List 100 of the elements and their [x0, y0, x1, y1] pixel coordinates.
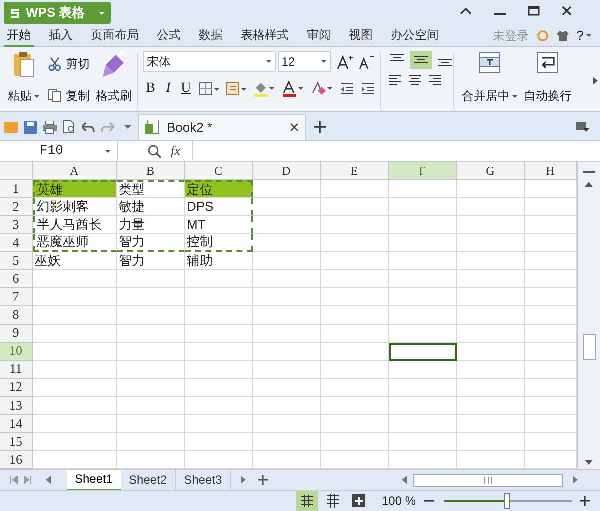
row-header[interactable]: 5 [0, 252, 33, 270]
zoom-icon[interactable] [148, 144, 161, 158]
sheet-tab[interactable]: Sheet1 [67, 470, 122, 490]
menu-tab[interactable]: 公式 [154, 24, 184, 46]
clipboard-icon [12, 51, 36, 79]
italic-button[interactable]: I [164, 78, 174, 99]
row-header[interactable]: 3 [0, 216, 33, 234]
eraser-icon[interactable] [310, 80, 333, 96]
document-tab[interactable]: Book2 * [138, 114, 306, 140]
table-cell [389, 270, 457, 288]
increase-indent-icon[interactable] [360, 82, 375, 96]
page-break-view-icon[interactable] [326, 494, 340, 508]
printer-icon[interactable] [43, 120, 57, 134]
bold-button[interactable]: B [145, 78, 157, 99]
scroll-right-icon[interactable] [573, 476, 578, 484]
menu-tab[interactable]: 表格样式 [238, 24, 292, 46]
fill-color-icon[interactable] [252, 80, 275, 96]
grow-font-icon[interactable] [337, 54, 353, 70]
middle-align-icon[interactable] [410, 51, 432, 69]
row-header[interactable]: 4 [0, 234, 33, 252]
shirt-icon[interactable] [556, 30, 569, 42]
menu-tab[interactable]: 视图 [346, 24, 376, 46]
vertical-scrollbar[interactable] [577, 162, 600, 469]
next-sheet-icon[interactable] [241, 476, 246, 484]
add-sheet-icon[interactable] [258, 475, 268, 485]
row-header[interactable]: 7 [0, 288, 33, 306]
column-header[interactable]: E [321, 162, 389, 180]
function-button[interactable]: fx [171, 141, 180, 161]
row-header[interactable]: 8 [0, 306, 33, 324]
close-icon[interactable] [562, 6, 572, 16]
horizontal-scrollbar-thumb[interactable] [413, 474, 563, 486]
menu-tab[interactable]: 页面布局 [88, 24, 142, 46]
row-header[interactable]: 6 [0, 270, 33, 288]
row-header[interactable]: 14 [0, 414, 33, 433]
collapse-icon[interactable] [460, 7, 472, 15]
scroll-left-icon[interactable] [402, 476, 407, 484]
font-size-dropdown[interactable]: 12 [278, 51, 331, 72]
align-center-icon[interactable] [408, 75, 422, 87]
tab-menu-icon[interactable] [576, 121, 590, 133]
previous-sheet-icon[interactable] [46, 476, 51, 484]
column-header[interactable]: H [525, 162, 577, 180]
cell-style-icon[interactable] [226, 82, 246, 96]
menu-tab[interactable]: 插入 [46, 24, 76, 46]
table-cell [389, 396, 457, 415]
table-cell [185, 342, 253, 361]
add-tab-icon[interactable] [314, 121, 326, 133]
shrink-font-icon[interactable] [359, 54, 375, 70]
full-screen-icon[interactable] [352, 494, 366, 508]
column-header[interactable]: C [185, 162, 253, 180]
active-cell-cursor[interactable] [389, 342, 457, 361]
row-header[interactable]: 16 [0, 450, 33, 469]
row-header[interactable]: 9 [0, 324, 33, 343]
format-painter-button[interactable]: 格式刷 [96, 51, 132, 111]
paste-button[interactable]: 粘贴 [6, 51, 42, 111]
column-header[interactable]: A [33, 162, 117, 180]
save-icon[interactable] [24, 120, 37, 134]
wrap-text-button[interactable]: 自动换行 [523, 51, 573, 111]
scroll-up-icon[interactable] [585, 182, 593, 187]
font-color-icon[interactable] [282, 80, 304, 96]
merge-center-button[interactable]: 合并居中 [459, 51, 521, 111]
font-family-dropdown[interactable]: 宋体 [143, 51, 276, 72]
scrollbar-thumb[interactable] [582, 334, 596, 360]
menu-tab[interactable]: 办公空间 [388, 24, 442, 46]
row-header[interactable]: 13 [0, 396, 33, 415]
table-cell: 敏捷 [117, 198, 185, 216]
scroll-down-icon[interactable] [585, 460, 593, 465]
table-cell [253, 396, 321, 415]
close-icon[interactable] [290, 123, 299, 132]
decrease-indent-icon[interactable] [340, 82, 354, 96]
scroll-right-icon[interactable] [593, 77, 598, 85]
row-header[interactable]: 12 [0, 378, 33, 397]
maximize-icon[interactable] [528, 6, 540, 16]
zoom-in-icon[interactable] [580, 496, 590, 506]
menu-tab[interactable]: 数据 [196, 24, 226, 46]
row-header[interactable]: 15 [0, 432, 33, 451]
row-header[interactable]: 11 [0, 360, 33, 379]
row-header[interactable]: 2 [0, 198, 33, 216]
row-header[interactable]: 1 [0, 180, 33, 198]
column-header[interactable]: G [457, 162, 525, 180]
grip-icon [484, 476, 492, 484]
borders-icon[interactable] [198, 82, 219, 96]
normal-view-icon[interactable] [296, 491, 318, 511]
cut-button[interactable]: 剪切 [48, 55, 90, 73]
name-box[interactable]: F10 [0, 141, 118, 161]
underline-button[interactable]: U [180, 78, 192, 99]
column-header[interactable]: D [253, 162, 321, 180]
menu-tab[interactable]: 审阅 [304, 24, 334, 46]
print-preview-icon[interactable] [63, 120, 76, 134]
help-button[interactable]: ? [576, 26, 592, 46]
undo-icon[interactable] [82, 122, 95, 132]
table-cell [117, 360, 185, 379]
split-handle-icon[interactable] [583, 170, 595, 174]
copy-button[interactable]: 复制 [48, 87, 90, 105]
column-header[interactable]: B [117, 162, 185, 180]
zoom-slider-thumb[interactable] [504, 493, 510, 509]
align-left-icon[interactable] [388, 75, 402, 87]
table-cell [321, 198, 389, 216]
table-cell [253, 252, 321, 270]
dropdown-icon[interactable] [124, 125, 132, 129]
align-right-icon[interactable] [428, 75, 442, 87]
